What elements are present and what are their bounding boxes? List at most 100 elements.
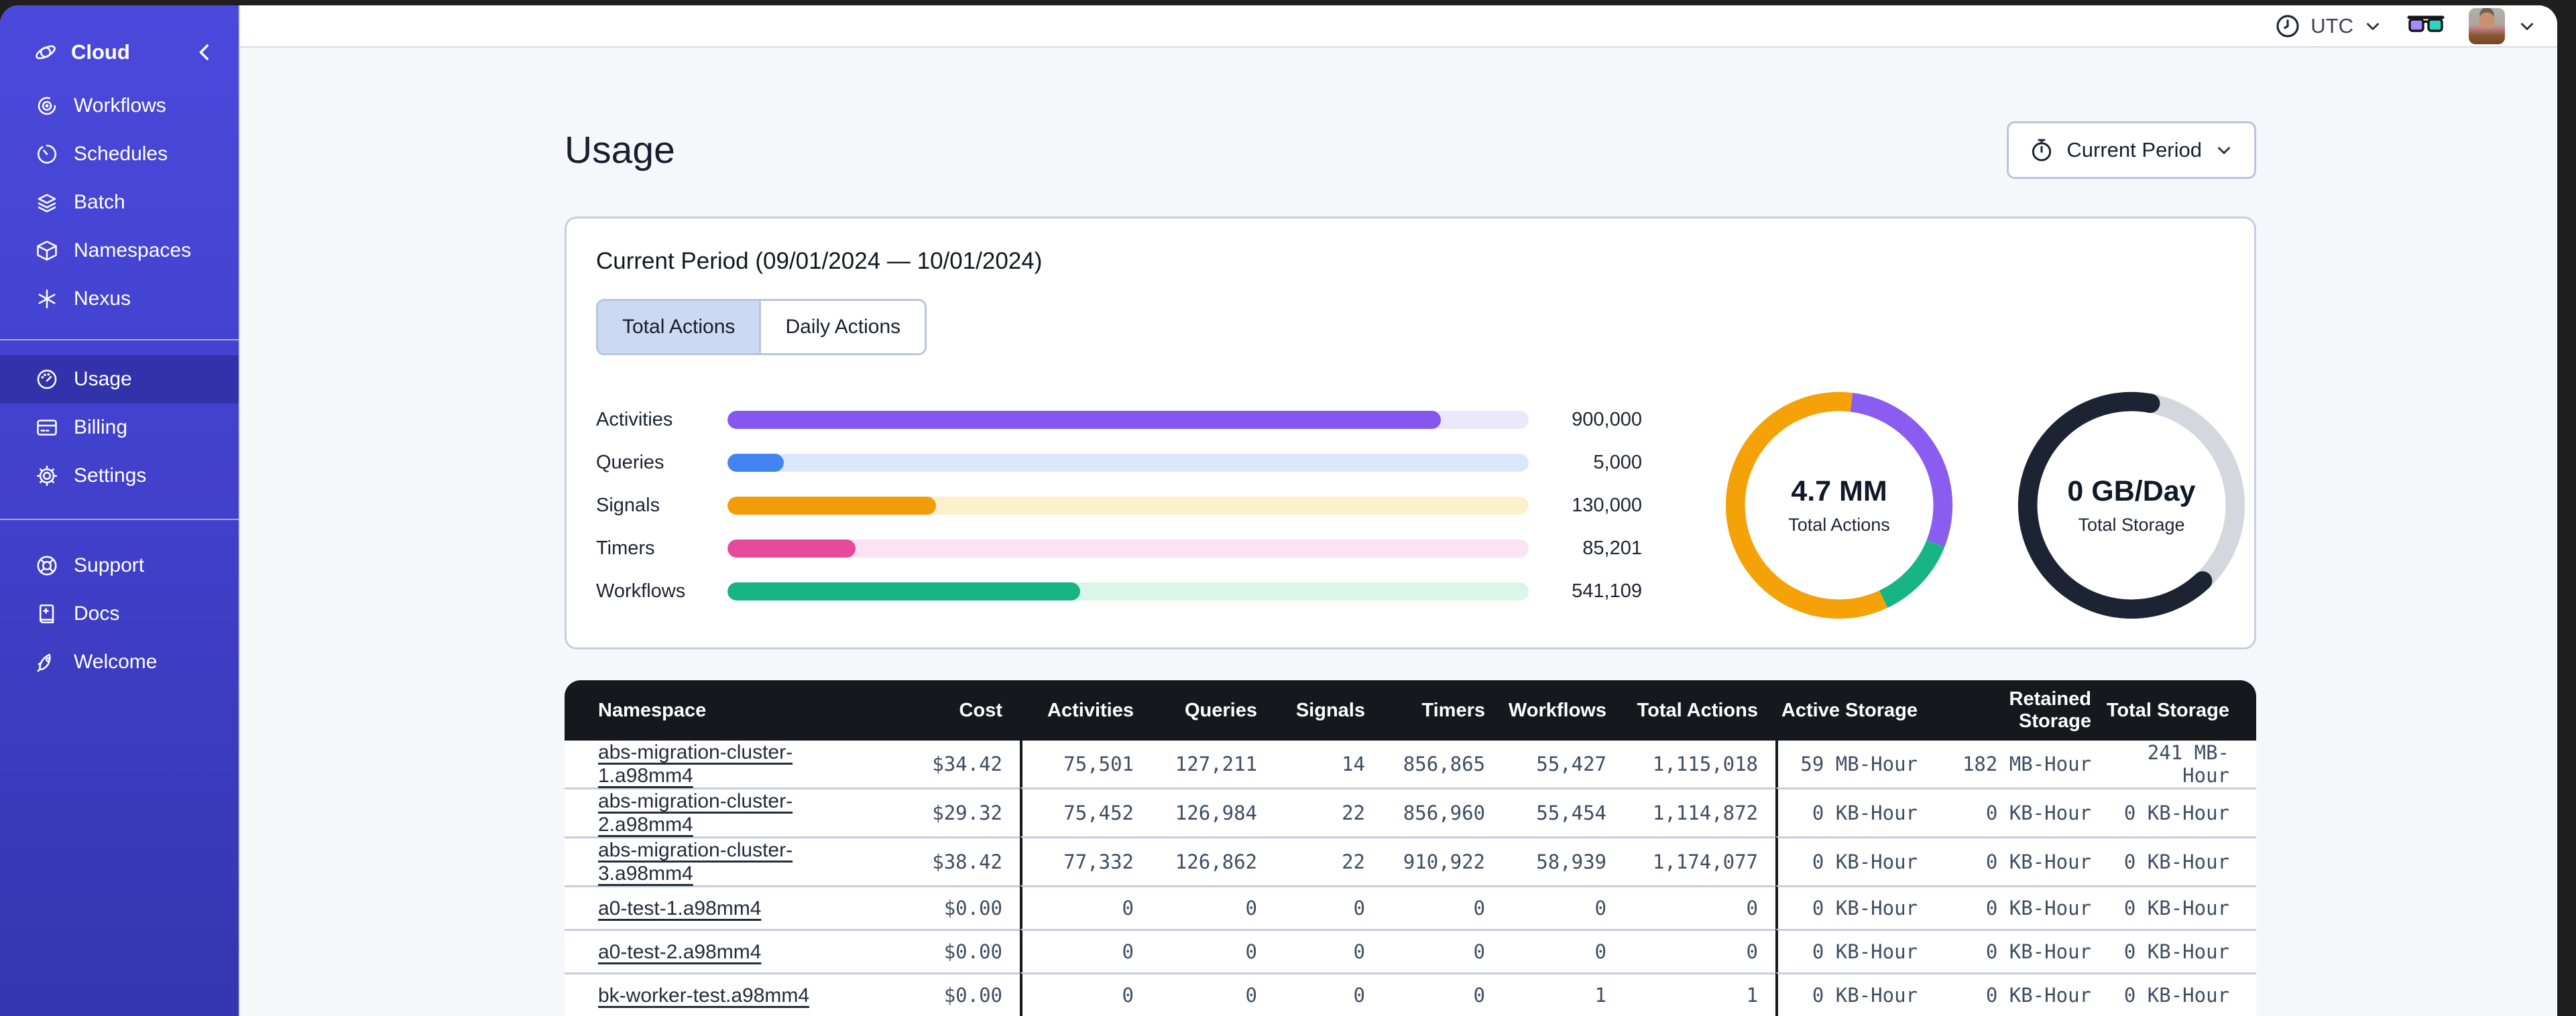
queries-cell: 0 — [1151, 972, 1275, 1016]
bar-value: 5,000 — [1593, 451, 1642, 473]
sidebar-item-docs[interactable]: Docs — [0, 590, 239, 638]
namespace-link[interactable]: abs-migration-cluster-3.a98mm4 — [598, 839, 793, 885]
queries-cell: 127,211 — [1151, 741, 1275, 787]
col-header-queries: Queries — [1151, 680, 1275, 741]
glasses-icon[interactable] — [2407, 15, 2445, 38]
queries-cell: 126,984 — [1151, 787, 1275, 836]
sidebar-item-support[interactable]: Support — [0, 542, 239, 590]
bar-label: Queries — [596, 451, 664, 473]
settings-icon — [35, 464, 59, 488]
cost-cell: $29.32 — [873, 787, 1020, 836]
timezone-label: UTC — [2310, 13, 2353, 38]
total-storage-cell: 0 KB-Hour — [2106, 972, 2256, 1016]
workflows-cell: 0 — [1503, 885, 1624, 929]
sidebar-item-label: Usage — [74, 368, 132, 390]
bar-label: Signals — [596, 494, 660, 516]
active-storage-cell: 0 KB-Hour — [1775, 929, 1932, 972]
sidebar-item-usage[interactable]: Usage — [0, 355, 239, 403]
signals-cell: 22 — [1275, 836, 1383, 885]
namespace-link[interactable]: abs-migration-cluster-2.a98mm4 — [598, 790, 793, 836]
donut-label: Total Actions — [1788, 515, 1890, 535]
sidebar-item-label: Settings — [74, 464, 147, 487]
avatar[interactable] — [2469, 7, 2505, 44]
app-window: Cloud Workflows Schedules Batch Namespac… — [0, 5, 2557, 1016]
sidebar-item-namespaces[interactable]: Namespaces — [0, 227, 239, 275]
sidebar-item-settings[interactable]: Settings — [0, 452, 239, 500]
total-actions-cell: 1,174,077 — [1624, 836, 1775, 885]
tab-total-actions[interactable]: Total Actions — [598, 301, 760, 353]
sidebar-item-label: Docs — [74, 602, 120, 625]
total-actions-cell: 1,114,872 — [1624, 787, 1775, 836]
billing-icon — [35, 416, 59, 440]
stopwatch-icon — [2029, 137, 2054, 163]
namespaces-icon — [35, 239, 59, 263]
actions-tabs: Total Actions Daily Actions — [596, 299, 927, 355]
account-menu[interactable] — [2469, 7, 2537, 44]
sidebar-item-schedules[interactable]: Schedules — [0, 130, 239, 178]
sidebar-item-label: Schedules — [74, 143, 168, 165]
bar-row-signals: Signals 130,000 — [596, 484, 1642, 527]
sidebar-collapse-icon[interactable] — [193, 41, 216, 64]
sidebar-item-nexus[interactable]: Nexus — [0, 275, 239, 323]
sidebar-item-label: Batch — [74, 191, 125, 213]
bar-value: 130,000 — [1572, 494, 1642, 516]
tab-daily-actions[interactable]: Daily Actions — [759, 301, 925, 353]
table-header-row: Namespace Cost Activities Queries Signal… — [565, 680, 2256, 741]
activities-cell: 0 — [1020, 885, 1151, 929]
namespace-link[interactable]: bk-worker-test.a98mm4 — [598, 985, 809, 1007]
namespace-cell: bk-worker-test.a98mm4 — [565, 972, 873, 1016]
total-storage-cell: 0 KB-Hour — [2106, 836, 2256, 885]
sidebar-item-batch[interactable]: Batch — [0, 178, 239, 227]
donut-label: Total Storage — [2078, 515, 2185, 535]
brand-label: Cloud — [71, 40, 130, 64]
namespace-link[interactable]: abs-migration-cluster-1.a98mm4 — [598, 741, 793, 787]
total-actions-donut: 4.7 MM Total Actions — [1724, 390, 1954, 621]
donut-value: 0 GB/Day — [2067, 475, 2196, 507]
namespace-link[interactable]: a0-test-1.a98mm4 — [598, 897, 761, 919]
bar-value: 85,201 — [1582, 537, 1642, 559]
col-header-retained-storage: Retained Storage — [1932, 680, 2106, 741]
sidebar-item-welcome[interactable]: Welcome — [0, 638, 239, 686]
docs-icon — [35, 602, 59, 626]
content-area: Usage Current Period Current Period (09/… — [240, 48, 2557, 1016]
period-selector-button[interactable]: Current Period — [2007, 121, 2256, 179]
total-actions-cell: 0 — [1624, 929, 1775, 972]
queries-cell: 0 — [1151, 885, 1275, 929]
retained-storage-cell: 0 KB-Hour — [1932, 787, 2106, 836]
sidebar: Cloud Workflows Schedules Batch Namespac… — [0, 5, 240, 1016]
activities-cell: 0 — [1020, 972, 1151, 1016]
namespace-cell: abs-migration-cluster-2.a98mm4 — [565, 787, 873, 836]
total-storage-cell: 0 KB-Hour — [2106, 787, 2256, 836]
bar-label: Timers — [596, 537, 655, 559]
sidebar-item-billing[interactable]: Billing — [0, 403, 239, 452]
signals-cell: 0 — [1275, 929, 1383, 972]
col-header-workflows: Workflows — [1503, 680, 1624, 741]
sidebar-item-label: Billing — [74, 416, 128, 438]
table-row: a0-test-2.a98mm4 $0.00 0 0 0 0 0 0 0 KB-… — [565, 929, 2256, 972]
sidebar-divider — [0, 339, 239, 340]
active-storage-cell: 0 KB-Hour — [1775, 885, 1932, 929]
bar-row-queries: Queries 5,000 — [596, 441, 1642, 484]
chevron-down-icon — [2214, 140, 2234, 160]
schedules-icon — [35, 142, 59, 166]
namespace-link[interactable]: a0-test-2.a98mm4 — [598, 941, 761, 963]
namespace-cell: abs-migration-cluster-3.a98mm4 — [565, 836, 873, 885]
nexus-icon — [35, 287, 59, 311]
total-storage-donut: 0 GB/Day Total Storage — [2016, 390, 2247, 621]
namespace-cell: a0-test-1.a98mm4 — [565, 885, 873, 929]
chevron-down-icon — [2363, 16, 2383, 36]
current-period-card: Current Period (09/01/2024 — 10/01/2024)… — [565, 216, 2256, 649]
active-storage-cell: 0 KB-Hour — [1775, 787, 1932, 836]
sidebar-item-workflows[interactable]: Workflows — [0, 82, 239, 130]
timers-cell: 856,960 — [1383, 787, 1503, 836]
activities-cell: 0 — [1020, 929, 1151, 972]
workflows-cell: 0 — [1503, 929, 1624, 972]
namespace-cell: abs-migration-cluster-1.a98mm4 — [565, 741, 873, 787]
col-header-cost: Cost — [873, 680, 1020, 741]
col-header-active-storage: Active Storage — [1775, 680, 1932, 741]
topbar: UTC — [240, 5, 2557, 48]
bar-label: Workflows — [596, 580, 686, 602]
total-storage-cell: 0 KB-Hour — [2106, 929, 2256, 972]
card-title: Current Period (09/01/2024 — 10/01/2024) — [596, 248, 1043, 274]
timezone-selector[interactable]: UTC — [2274, 13, 2383, 40]
